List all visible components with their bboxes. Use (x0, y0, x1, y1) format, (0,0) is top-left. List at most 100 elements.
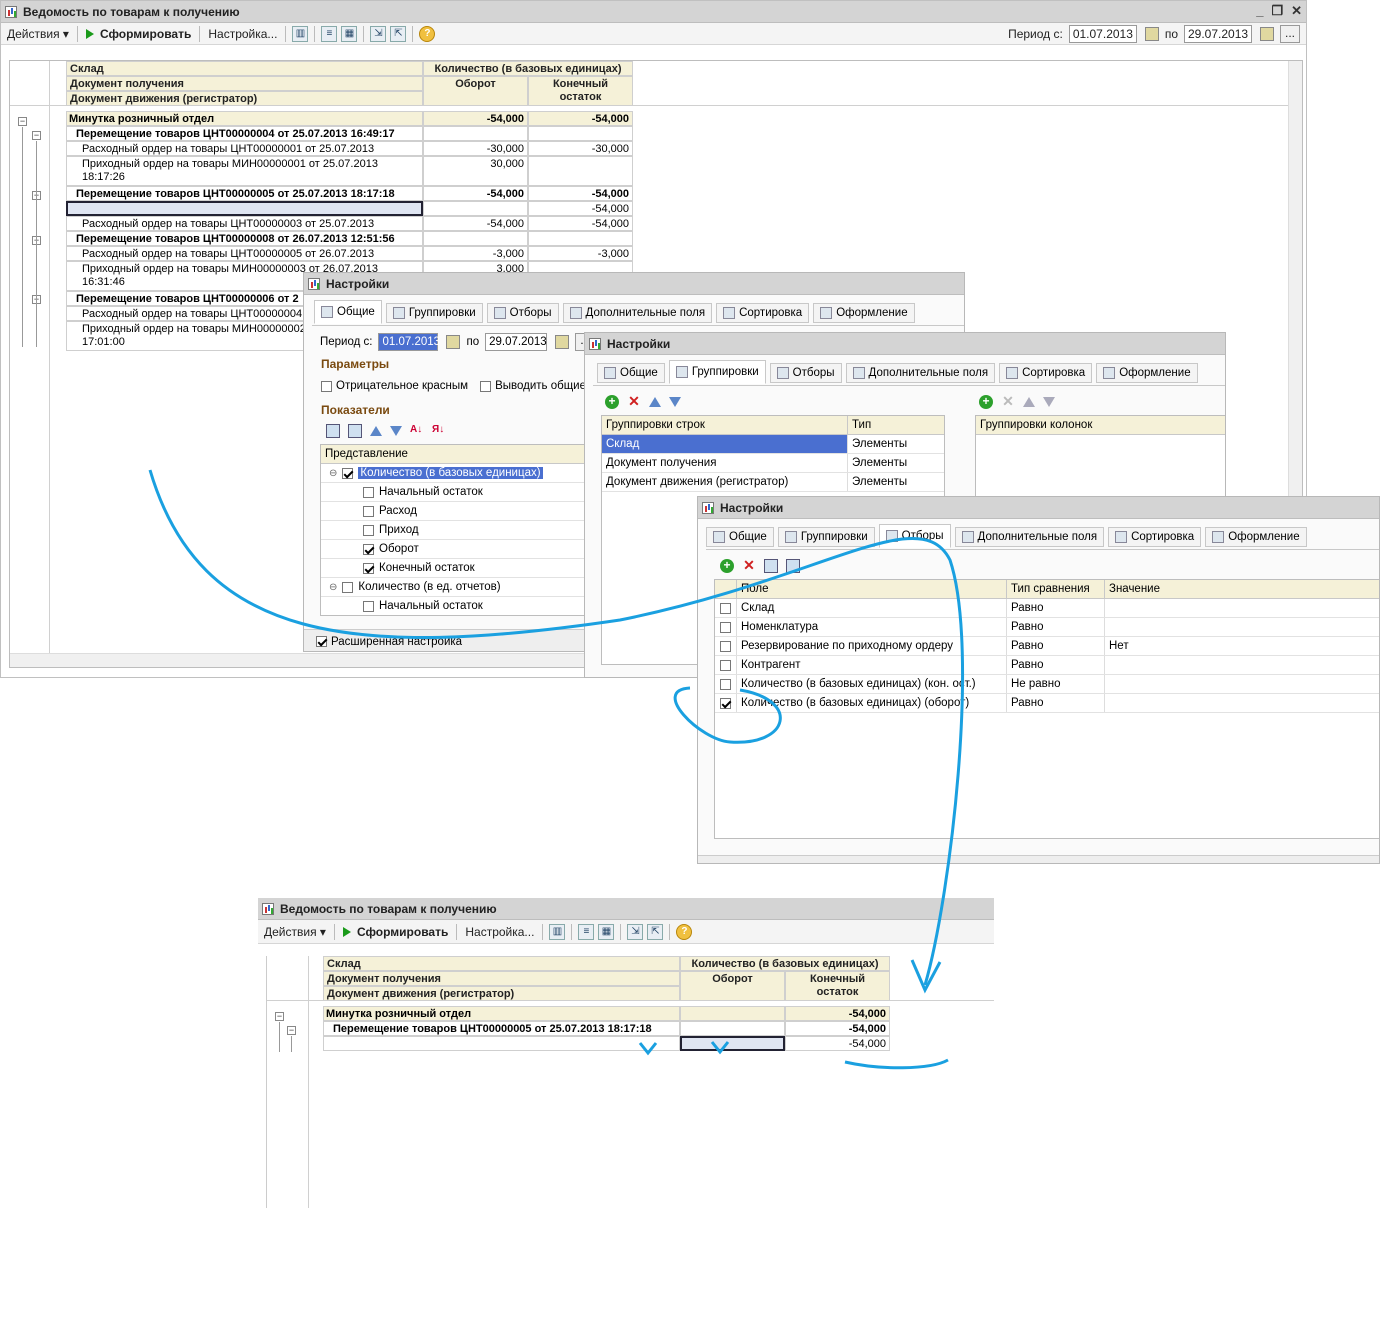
calendar-icon[interactable] (1144, 27, 1159, 41)
grouping-row[interactable]: Склад Элементы (602, 435, 944, 454)
generate-button[interactable]: Сформировать (341, 925, 450, 939)
add-icon[interactable]: + (605, 395, 619, 409)
tab-4[interactable]: Сортировка (716, 303, 810, 323)
indicator-row[interactable]: Оборот (321, 540, 585, 559)
delete-icon[interactable]: ✕ (742, 558, 756, 573)
minimize-icon[interactable]: _ (1256, 3, 1263, 19)
calendar-icon[interactable] (1260, 27, 1274, 41)
tree-collapse-icon[interactable]: − (275, 1012, 284, 1021)
settings-button[interactable]: Настройка... (206, 27, 279, 41)
tree-collapse-icon[interactable]: ⊖ (329, 468, 337, 479)
grouping-row[interactable]: Документ движения (регистратор) Элементы (602, 473, 944, 492)
indicator-checkbox[interactable] (363, 562, 374, 574)
move-down-icon[interactable] (390, 426, 402, 436)
filter-row[interactable]: Склад Равно (715, 599, 1379, 618)
tree-collapse-icon[interactable]: − (32, 131, 41, 140)
calendar-icon[interactable] (555, 335, 570, 349)
grouping-row[interactable]: Документ получения Элементы (602, 454, 944, 473)
tab-4[interactable]: Сортировка (1108, 527, 1202, 547)
tab-2[interactable]: Отборы (486, 303, 559, 323)
close-icon[interactable]: ✕ (1291, 3, 1302, 19)
filter-checkbox[interactable] (720, 602, 731, 614)
add-icon[interactable]: + (979, 395, 993, 409)
report-row-text[interactable]: Минутка розничный отдел (66, 111, 423, 126)
tab-5[interactable]: Оформление (1205, 527, 1307, 547)
collapse-icon[interactable]: ⇱ (390, 25, 407, 42)
indicator-row[interactable]: Расход (321, 502, 585, 521)
indicator-row[interactable]: Приход (321, 521, 585, 540)
tab-0[interactable]: Общие (314, 300, 382, 324)
table-icon[interactable]: ▦ (598, 923, 615, 940)
indicator-row[interactable]: Начальный остаток (321, 483, 585, 502)
indicator-checkbox[interactable] (363, 486, 374, 498)
report-row-text[interactable]: Приходный ордер на товары МИН00000001 от… (66, 156, 423, 186)
move-up-icon[interactable] (1023, 397, 1035, 407)
tree-icon[interactable]: ≡ (321, 25, 338, 42)
tab-3[interactable]: Дополнительные поля (562, 303, 713, 323)
tree-collapse-icon[interactable]: − (18, 117, 27, 126)
table-icon[interactable]: ▦ (341, 25, 358, 42)
check-all-icon[interactable] (326, 424, 340, 438)
move-down-icon[interactable] (669, 397, 681, 407)
filter-row[interactable]: Количество (в базовых единицах) (оборот)… (715, 694, 1379, 713)
tree-icon[interactable]: ≡ (578, 923, 595, 940)
report-row-text[interactable] (323, 1036, 680, 1051)
filter-checkbox[interactable] (720, 640, 731, 652)
indicator-checkbox[interactable] (342, 581, 354, 593)
report-row-text[interactable]: Расходный ордер на товары ЦНТ00000003 от… (66, 216, 423, 231)
generate-button[interactable]: Сформировать (84, 27, 193, 41)
s1-period-from-input[interactable]: 01.07.2013 (378, 333, 440, 351)
advanced-checkbox[interactable] (316, 636, 327, 647)
tree-collapse-icon[interactable]: ⊖ (329, 582, 337, 593)
indicators-grid[interactable]: Представление ⊖ Количество (в базовых еди… (320, 444, 586, 616)
filter-row[interactable]: Резервирование по приходному ордеру Равно… (715, 637, 1379, 656)
tab-3[interactable]: Дополнительные поля (954, 527, 1105, 547)
period-select-button[interactable]: ... (1280, 25, 1300, 43)
indicator-checkbox[interactable] (363, 524, 374, 536)
tab-1[interactable]: Группировки (385, 303, 483, 323)
filter-row[interactable]: Контрагент Равно (715, 656, 1379, 675)
tab-2[interactable]: Отборы (878, 524, 951, 548)
sort-desc-icon[interactable]: Я↓ (432, 424, 446, 438)
tab-2[interactable]: Отборы (769, 363, 842, 383)
report-row-text[interactable] (66, 201, 423, 216)
tab-1[interactable]: Группировки (668, 360, 766, 384)
period-to-input[interactable]: 29.07.2013 (1184, 25, 1252, 43)
indicator-row[interactable]: Конечный остаток (321, 559, 585, 578)
add-icon[interactable]: + (720, 559, 734, 573)
filters-grid[interactable]: Поле Тип сравнения Значение Склад Равно Но… (714, 579, 1379, 839)
indicator-checkbox[interactable] (363, 543, 374, 555)
indicator-checkbox[interactable] (363, 600, 374, 612)
collapse-icon[interactable]: ⇱ (647, 923, 664, 940)
report-row-text[interactable]: Перемещение товаров ЦНТ00000004 от 25.07… (66, 126, 423, 141)
result-sheet[interactable]: Склад Документ получения Документ движен… (266, 956, 994, 1208)
show-totals-checkbox[interactable] (480, 380, 492, 392)
report-row-text[interactable]: Перемещение товаров ЦНТ00000005 от 25.07… (66, 186, 423, 201)
filter-checkbox[interactable] (720, 621, 731, 633)
filter-checkbox[interactable] (720, 678, 731, 690)
chart-icon[interactable]: ▥ (549, 923, 566, 940)
tab-5[interactable]: Оформление (813, 303, 915, 323)
s1-period-to-input[interactable]: 29.07.2013 (485, 333, 548, 351)
sort-asc-icon[interactable]: A↓ (410, 424, 424, 438)
check-all-icon[interactable] (764, 559, 778, 573)
report-row-text[interactable]: Минутка розничный отдел (323, 1006, 680, 1021)
chart-icon[interactable]: ▥ (292, 25, 309, 42)
move-up-icon[interactable] (649, 397, 661, 407)
move-up-icon[interactable] (370, 426, 382, 436)
actions-menu[interactable]: Действия ▾ (262, 925, 328, 939)
report-row-text[interactable]: Перемещение товаров ЦНТ00000005 от 25.07… (323, 1021, 680, 1036)
expand-icon[interactable]: ⇲ (627, 923, 644, 940)
tab-0[interactable]: Общие (597, 363, 665, 383)
delete-icon[interactable]: ✕ (627, 394, 641, 409)
tab-5[interactable]: Оформление (1096, 363, 1198, 383)
uncheck-all-icon[interactable] (348, 424, 362, 438)
report-row-text[interactable]: Расходный ордер на товары ЦНТ00000001 от… (66, 141, 423, 156)
tab-3[interactable]: Дополнительные поля (845, 363, 996, 383)
uncheck-all-icon[interactable] (786, 559, 800, 573)
filter-checkbox[interactable] (720, 697, 731, 709)
period-from-input[interactable]: 01.07.2013 (1068, 25, 1137, 43)
tab-1[interactable]: Группировки (777, 527, 875, 547)
indicator-row[interactable]: ⊖ Количество (в ед. отчетов) (321, 578, 585, 597)
indicator-row[interactable]: Начальный остаток (321, 597, 585, 615)
